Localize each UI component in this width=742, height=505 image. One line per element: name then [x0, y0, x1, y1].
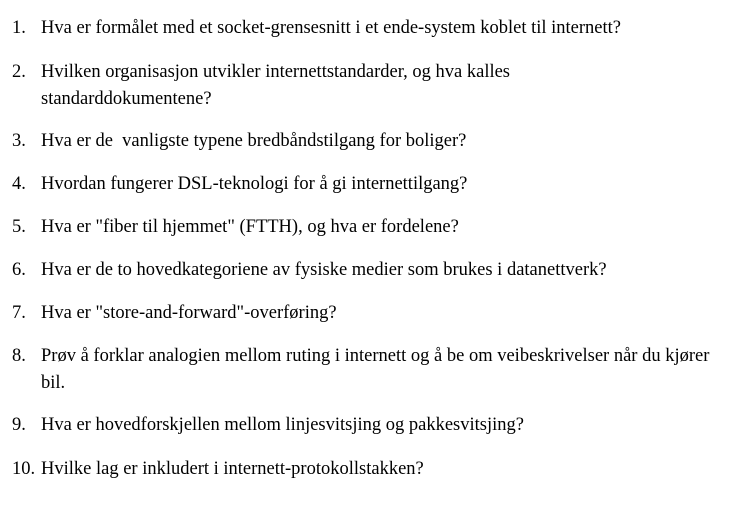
question-text: Hva er "store-and-forward"-overføring? [41, 303, 337, 323]
question-item-3: 3. Hva er de vanligste typene bredbåndst… [12, 128, 727, 155]
question-item-8: 8. Prøv å forklar analogien mellom rutin… [12, 343, 727, 397]
question-item-1: 1. Hva er formålet med et socket-grenses… [12, 15, 727, 42]
question-text: Hva er de to hovedkategoriene av fysiske… [41, 260, 607, 280]
question-number: 7. [12, 303, 26, 323]
question-item-2: 2. Hvilken organisasjon utvikler interne… [12, 59, 727, 113]
question-item-9: 9. Hva er hovedforskjellen mellom linjes… [12, 412, 727, 439]
question-number: 2. [12, 62, 26, 82]
question-number: 1. [12, 18, 26, 38]
question-item-5: 5. Hva er "fiber til hjemmet" (FTTH), og… [12, 214, 727, 241]
question-text: Hvilken organisasjon utvikler internetts… [41, 62, 515, 109]
question-number: 10. [12, 459, 36, 479]
question-text: Hvilke lag er inkludert i internett-prot… [41, 459, 424, 479]
question-text: Hva er de vanligste typene bredbåndstilg… [41, 131, 467, 151]
question-number: 3. [12, 131, 26, 151]
question-text: Hva er hovedforskjellen mellom linjesvit… [41, 415, 524, 435]
question-number: 6. [12, 260, 26, 280]
question-text: Prøv å forklar analogien mellom ruting i… [41, 346, 714, 393]
question-text: Hvordan fungerer DSL-teknologi for å gi … [41, 174, 468, 194]
question-text: Hva er "fiber til hjemmet" (FTTH), og hv… [41, 217, 459, 237]
question-number: 8. [12, 346, 26, 366]
question-item-10: 10. Hvilke lag er inkludert i internett-… [12, 456, 727, 483]
question-number: 5. [12, 217, 26, 237]
question-number: 9. [12, 415, 26, 435]
question-item-6: 6. Hva er de to hovedkategoriene av fysi… [12, 257, 727, 284]
question-text: Hva er formålet med et socket-grensesnit… [41, 18, 621, 38]
question-item-7: 7. Hva er "store-and-forward"-overføring… [12, 300, 727, 327]
question-item-4: 4. Hvordan fungerer DSL-teknologi for å … [12, 171, 727, 198]
question-number: 4. [12, 174, 26, 194]
